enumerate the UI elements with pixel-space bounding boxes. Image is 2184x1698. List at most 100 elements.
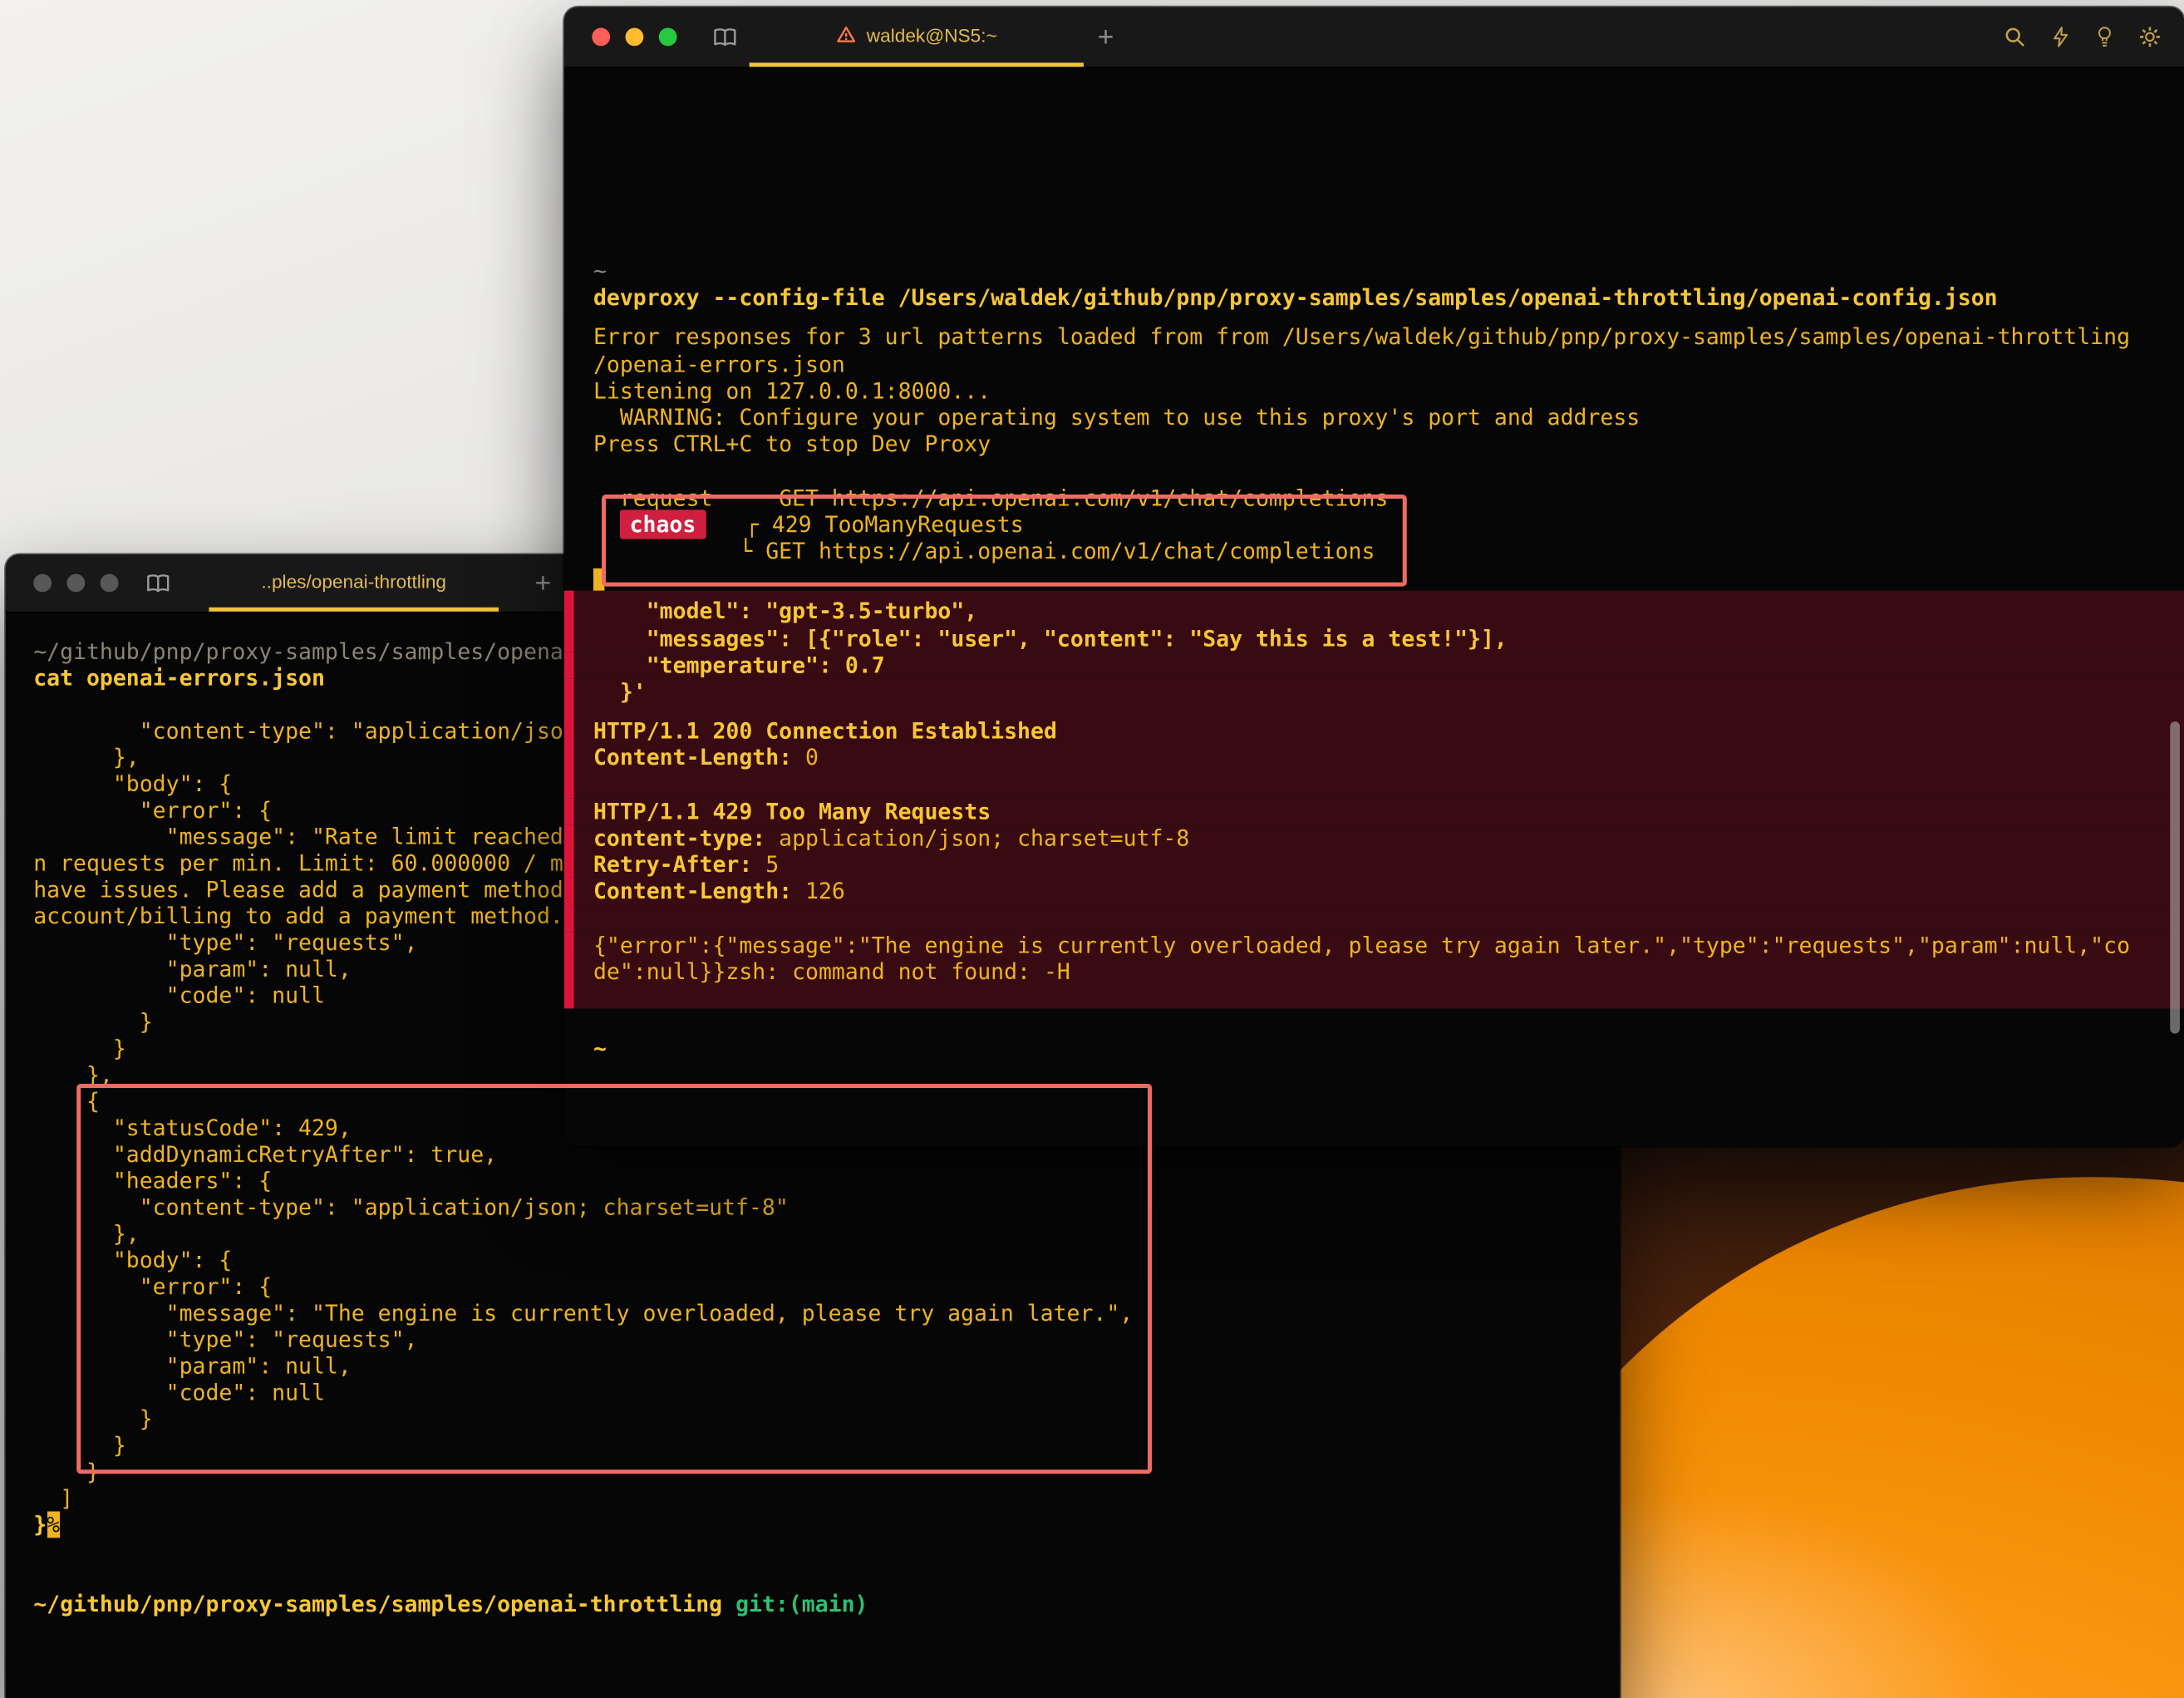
terminal-text: "content-type": "application/jso <box>33 717 563 744</box>
terminal-line: devproxy --config-file /Users/waldek/git… <box>593 284 2156 311</box>
terminal-text: Retry-After: <box>593 851 752 878</box>
terminal-text <box>722 1591 735 1617</box>
titlebar-front[interactable]: waldek@NS5:~ + <box>564 7 2184 68</box>
tab-title: waldek@NS5:~ <box>867 24 997 45</box>
terminal-text: } <box>33 1511 47 1538</box>
terminal-text: application/json; charset=utf-8 <box>765 824 1189 851</box>
traffic-lights <box>592 7 676 66</box>
lightning-icon[interactable] <box>2050 25 2071 48</box>
terminal-text: Press CTRL+C to stop Dev Proxy <box>593 431 991 457</box>
terminal-text: cat openai-errors.json <box>33 664 325 691</box>
terminal-text: WARNING: Configure your operating system… <box>593 404 1640 431</box>
terminal-line <box>33 1564 1597 1591</box>
terminal-text: "type": "requests", <box>33 929 417 956</box>
terminal-line: Content-Length: 0 <box>564 745 2184 771</box>
terminal-text: Error responses for 3 url patterns loade… <box>593 324 2130 351</box>
terminal-text: "message": "Rate limit reached <box>33 824 563 850</box>
desktop: ..ples/openai-throttling + ~/github/pnp/… <box>0 0 2184 1698</box>
annotation-rect-json <box>76 1084 1152 1474</box>
terminal-text: content-type: <box>593 824 765 851</box>
terminal-line: HTTP/1.1 200 Connection Established <box>564 705 2184 744</box>
terminal-text: Content-Length: <box>593 879 792 905</box>
terminal-line <box>593 1009 2156 1036</box>
terminal-text: 5 <box>752 851 779 878</box>
annotation-rect-chaos <box>602 495 1407 587</box>
scrollbar-thumb[interactable] <box>2170 721 2180 1033</box>
terminal-text: ~/github/pnp/proxy-samples/samples/opena… <box>33 638 629 665</box>
close-button[interactable] <box>592 28 610 47</box>
terminal-text: account/billing to add a payment method. <box>33 903 563 929</box>
titlebar-tools <box>2003 7 2162 66</box>
terminal-line: ~ <box>593 258 2156 284</box>
terminal-line: content-type: application/json; charset=… <box>564 824 2184 851</box>
terminal-text: }, <box>33 744 140 770</box>
terminal-line: ~/github/pnp/proxy-samples/samples/opena… <box>33 1591 1597 1617</box>
terminal-line: Listening on 127.0.0.1:8000... <box>593 377 2156 404</box>
git-branch: git:(main) <box>735 1591 868 1617</box>
terminal-line <box>593 457 2156 484</box>
cursor: % <box>47 1511 60 1538</box>
terminal-line: Retry-After: 5 <box>564 851 2184 878</box>
tab-waldek-ns5[interactable]: waldek@NS5:~ <box>750 7 1084 66</box>
gear-icon[interactable] <box>2138 25 2162 48</box>
close-button[interactable] <box>33 574 52 593</box>
zoom-button[interactable] <box>101 574 119 593</box>
terminal-line: WARNING: Configure your operating system… <box>593 404 2156 431</box>
terminal-text: }' <box>593 678 647 705</box>
minimize-button[interactable] <box>66 574 85 593</box>
terminal-text: devproxy --config-file /Users/waldek/git… <box>593 284 1998 311</box>
book-icon[interactable] <box>145 573 171 593</box>
terminal-text: have issues. Please add a payment method <box>33 876 563 903</box>
terminal-text: n requests per min. Limit: 60.000000 / m <box>33 849 563 876</box>
terminal-line: "model": "gpt-3.5-turbo", <box>564 591 2184 625</box>
terminal-text: ] <box>33 1485 73 1512</box>
terminal-text: HTTP/1.1 429 Too Many Requests <box>593 798 991 824</box>
terminal-text: } <box>33 1008 152 1035</box>
terminal-text: de":null}}zsh: command not found: -H <box>593 958 1070 985</box>
terminal-line: /openai-errors.json <box>593 351 2156 377</box>
terminal-text: Listening on 127.0.0.1:8000... <box>593 377 991 404</box>
terminal-text: ~ <box>593 1036 607 1062</box>
terminal-text: {"error":{"message":"The engine is curre… <box>593 932 2130 958</box>
terminal-text: ~ <box>593 258 607 284</box>
terminal-line: de":null}}zsh: command not found: -H <box>564 958 2184 1009</box>
terminal-line: }% <box>33 1511 1597 1538</box>
search-icon[interactable] <box>2003 25 2026 48</box>
book-icon[interactable] <box>711 27 738 47</box>
terminal-text: Content-Length: <box>593 745 792 771</box>
terminal-line: Press CTRL+C to stop Dev Proxy <box>593 431 2156 457</box>
terminal-text: "messages": [{"role": "user", "content":… <box>593 625 1508 652</box>
terminal-line: ] <box>33 1485 1597 1512</box>
terminal-text: "error": { <box>33 797 272 824</box>
terminal-text: ~/github/pnp/proxy-samples/samples/opena… <box>33 1591 722 1617</box>
terminal-line <box>564 771 2184 798</box>
terminal-line: }' <box>564 678 2184 705</box>
tab-title: ..ples/openai-throttling <box>261 570 446 591</box>
new-tab-button[interactable]: + <box>535 569 552 598</box>
traffic-lights <box>33 554 118 612</box>
minimize-button[interactable] <box>626 28 644 47</box>
bulb-icon[interactable] <box>2095 25 2114 48</box>
zoom-button[interactable] <box>659 28 677 47</box>
terminal-text: "body": { <box>33 770 232 797</box>
terminal-line <box>564 905 2184 932</box>
terminal-line: "temperature": 0.7 <box>564 652 2184 678</box>
terminal-text: "model": "gpt-3.5-turbo", <box>593 598 977 625</box>
terminal-line: ~ <box>593 1036 2156 1062</box>
terminal-line: Content-Length: 126 <box>564 879 2184 905</box>
terminal-line: {"error":{"message":"The engine is curre… <box>564 932 2184 958</box>
terminal-text: "code": null <box>33 982 325 1009</box>
terminal-text: 0 <box>792 745 819 771</box>
terminal-text: HTTP/1.1 200 Connection Established <box>593 718 1057 745</box>
tab-openai-throttling[interactable]: ..ples/openai-throttling <box>209 554 499 612</box>
terminal-line <box>33 1538 1597 1564</box>
terminal-text: "temperature": 0.7 <box>593 652 885 678</box>
terminal-text: /openai-errors.json <box>593 351 845 377</box>
terminal-line: HTTP/1.1 429 Too Many Requests <box>564 798 2184 824</box>
terminal-line: "messages": [{"role": "user", "content":… <box>564 625 2184 652</box>
terminal-line: Error responses for 3 url patterns loade… <box>593 311 2156 350</box>
terminal-text: } <box>33 1035 126 1061</box>
terminal-text: "param": null, <box>33 956 352 982</box>
warning-icon <box>836 25 857 44</box>
new-tab-button[interactable]: + <box>1098 23 1114 52</box>
